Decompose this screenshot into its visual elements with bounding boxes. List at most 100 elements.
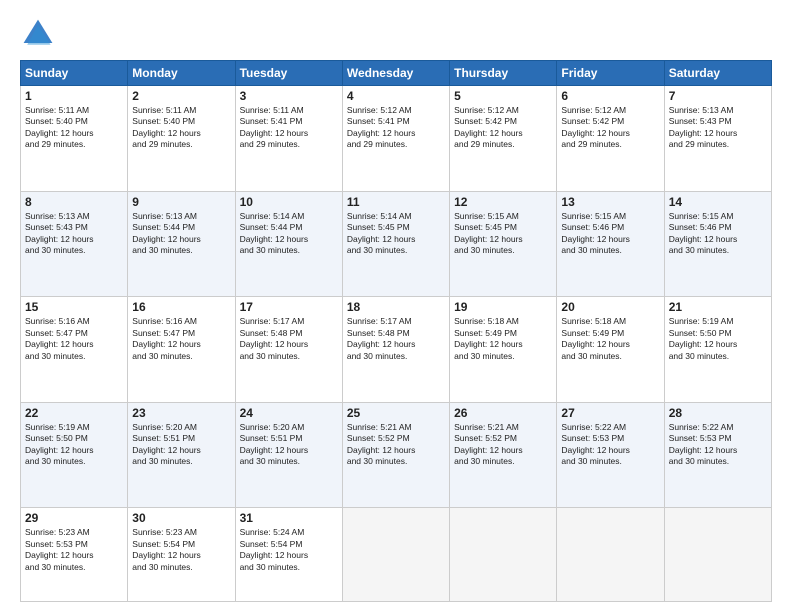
day-number: 30 xyxy=(132,511,230,525)
weekday-header-wednesday: Wednesday xyxy=(342,61,449,86)
table-row: 26 Sunrise: 5:21 AM Sunset: 5:52 PM Dayli… xyxy=(450,402,557,508)
day-number: 8 xyxy=(25,195,123,209)
table-row: 16Sunrise: 5:16 AM Sunset: 5:47 PM Dayli… xyxy=(128,297,235,403)
table-row: 28 Sunrise: 5:22 AM Sunset: 5:53 PM Dayli… xyxy=(664,402,771,508)
day-number: 28 xyxy=(669,406,767,420)
day-info: Sunrise: 5:17 AM Sunset: 5:48 PM Dayligh… xyxy=(240,316,338,362)
table-row: 29Sunrise: 5:23 AM Sunset: 5:53 PM Dayli… xyxy=(21,508,128,602)
day-number: 7 xyxy=(669,89,767,103)
day-info: Sunrise: 5:19 AM Sunset: 5:50 PM Dayligh… xyxy=(25,422,123,468)
logo xyxy=(20,16,60,52)
table-row: 6 Sunrise: 5:12 AM Sunset: 5:42 PM Daylig… xyxy=(557,86,664,192)
day-info: Sunrise: 5:14 AM Sunset: 5:45 PM Dayligh… xyxy=(347,211,445,257)
day-info: Sunrise: 5:23 AM Sunset: 5:53 PM Dayligh… xyxy=(25,527,123,573)
table-row: 20 Sunrise: 5:18 AM Sunset: 5:49 PM Dayli… xyxy=(557,297,664,403)
day-number: 9 xyxy=(132,195,230,209)
table-row: 27 Sunrise: 5:22 AM Sunset: 5:53 PM Dayli… xyxy=(557,402,664,508)
day-info: Sunrise: 5:23 AM Sunset: 5:54 PM Dayligh… xyxy=(132,527,230,573)
table-row: 4Sunrise: 5:12 AM Sunset: 5:41 PM Daylig… xyxy=(342,86,449,192)
day-number: 1 xyxy=(25,89,123,103)
table-row: 1 Sunrise: 5:11 AM Sunset: 5:40 PM Daylig… xyxy=(21,86,128,192)
day-number: 19 xyxy=(454,300,552,314)
weekday-header-monday: Monday xyxy=(128,61,235,86)
table-row: 12 Sunrise: 5:15 AM Sunset: 5:45 PM Dayli… xyxy=(450,191,557,297)
day-info: Sunrise: 5:13 AM Sunset: 5:43 PM Dayligh… xyxy=(25,211,123,257)
day-number: 13 xyxy=(561,195,659,209)
day-info: Sunrise: 5:13 AM Sunset: 5:43 PM Dayligh… xyxy=(669,105,767,151)
table-row: 25 Sunrise: 5:21 AM Sunset: 5:52 PM Dayli… xyxy=(342,402,449,508)
table-row xyxy=(342,508,449,602)
day-number: 3 xyxy=(240,89,338,103)
day-number: 20 xyxy=(561,300,659,314)
table-row: 19Sunrise: 5:18 AM Sunset: 5:49 PM Dayli… xyxy=(450,297,557,403)
table-row: 14Sunrise: 5:15 AM Sunset: 5:46 PM Dayli… xyxy=(664,191,771,297)
day-number: 14 xyxy=(669,195,767,209)
table-row: 10 Sunrise: 5:14 AM Sunset: 5:44 PM Dayli… xyxy=(235,191,342,297)
table-row: 23 Sunrise: 5:20 AM Sunset: 5:51 PM Dayli… xyxy=(128,402,235,508)
day-number: 25 xyxy=(347,406,445,420)
table-row: 24Sunrise: 5:20 AM Sunset: 5:51 PM Dayli… xyxy=(235,402,342,508)
table-row xyxy=(450,508,557,602)
day-info: Sunrise: 5:12 AM Sunset: 5:41 PM Dayligh… xyxy=(347,105,445,151)
weekday-header-tuesday: Tuesday xyxy=(235,61,342,86)
table-row: 7 Sunrise: 5:13 AM Sunset: 5:43 PM Daylig… xyxy=(664,86,771,192)
table-row: 5 Sunrise: 5:12 AM Sunset: 5:42 PM Daylig… xyxy=(450,86,557,192)
day-number: 21 xyxy=(669,300,767,314)
table-row: 15 Sunrise: 5:16 AM Sunset: 5:47 PM Dayli… xyxy=(21,297,128,403)
day-info: Sunrise: 5:12 AM Sunset: 5:42 PM Dayligh… xyxy=(454,105,552,151)
day-info: Sunrise: 5:21 AM Sunset: 5:52 PM Dayligh… xyxy=(347,422,445,468)
weekday-header-saturday: Saturday xyxy=(664,61,771,86)
calendar-table: SundayMondayTuesdayWednesdayThursdayFrid… xyxy=(20,60,772,602)
day-number: 24 xyxy=(240,406,338,420)
day-info: Sunrise: 5:14 AM Sunset: 5:44 PM Dayligh… xyxy=(240,211,338,257)
day-number: 15 xyxy=(25,300,123,314)
calendar-header: SundayMondayTuesdayWednesdayThursdayFrid… xyxy=(21,61,772,86)
day-info: Sunrise: 5:21 AM Sunset: 5:52 PM Dayligh… xyxy=(454,422,552,468)
weekday-header-row: SundayMondayTuesdayWednesdayThursdayFrid… xyxy=(21,61,772,86)
day-info: Sunrise: 5:11 AM Sunset: 5:40 PM Dayligh… xyxy=(132,105,230,151)
logo-icon xyxy=(20,16,56,52)
day-number: 12 xyxy=(454,195,552,209)
calendar-week-3: 15 Sunrise: 5:16 AM Sunset: 5:47 PM Dayli… xyxy=(21,297,772,403)
day-number: 10 xyxy=(240,195,338,209)
day-info: Sunrise: 5:22 AM Sunset: 5:53 PM Dayligh… xyxy=(669,422,767,468)
calendar-week-4: 22Sunrise: 5:19 AM Sunset: 5:50 PM Dayli… xyxy=(21,402,772,508)
calendar-week-2: 8 Sunrise: 5:13 AM Sunset: 5:43 PM Daylig… xyxy=(21,191,772,297)
day-info: Sunrise: 5:20 AM Sunset: 5:51 PM Dayligh… xyxy=(132,422,230,468)
day-info: Sunrise: 5:13 AM Sunset: 5:44 PM Dayligh… xyxy=(132,211,230,257)
day-info: Sunrise: 5:18 AM Sunset: 5:49 PM Dayligh… xyxy=(561,316,659,362)
day-info: Sunrise: 5:16 AM Sunset: 5:47 PM Dayligh… xyxy=(25,316,123,362)
table-row: 17 Sunrise: 5:17 AM Sunset: 5:48 PM Dayli… xyxy=(235,297,342,403)
table-row: 18 Sunrise: 5:17 AM Sunset: 5:48 PM Dayli… xyxy=(342,297,449,403)
day-info: Sunrise: 5:24 AM Sunset: 5:54 PM Dayligh… xyxy=(240,527,338,573)
day-number: 5 xyxy=(454,89,552,103)
calendar-body: 1 Sunrise: 5:11 AM Sunset: 5:40 PM Daylig… xyxy=(21,86,772,602)
day-info: Sunrise: 5:11 AM Sunset: 5:41 PM Dayligh… xyxy=(240,105,338,151)
calendar-week-5: 29Sunrise: 5:23 AM Sunset: 5:53 PM Dayli… xyxy=(21,508,772,602)
day-info: Sunrise: 5:16 AM Sunset: 5:47 PM Dayligh… xyxy=(132,316,230,362)
day-info: Sunrise: 5:17 AM Sunset: 5:48 PM Dayligh… xyxy=(347,316,445,362)
calendar-week-1: 1 Sunrise: 5:11 AM Sunset: 5:40 PM Daylig… xyxy=(21,86,772,192)
page: SundayMondayTuesdayWednesdayThursdayFrid… xyxy=(0,0,792,612)
header xyxy=(20,16,772,52)
table-row: 13 Sunrise: 5:15 AM Sunset: 5:46 PM Dayli… xyxy=(557,191,664,297)
day-info: Sunrise: 5:15 AM Sunset: 5:45 PM Dayligh… xyxy=(454,211,552,257)
table-row: 8 Sunrise: 5:13 AM Sunset: 5:43 PM Daylig… xyxy=(21,191,128,297)
day-number: 31 xyxy=(240,511,338,525)
table-row: 22Sunrise: 5:19 AM Sunset: 5:50 PM Dayli… xyxy=(21,402,128,508)
day-info: Sunrise: 5:11 AM Sunset: 5:40 PM Dayligh… xyxy=(25,105,123,151)
weekday-header-friday: Friday xyxy=(557,61,664,86)
table-row xyxy=(664,508,771,602)
day-number: 6 xyxy=(561,89,659,103)
day-info: Sunrise: 5:15 AM Sunset: 5:46 PM Dayligh… xyxy=(561,211,659,257)
day-number: 18 xyxy=(347,300,445,314)
weekday-header-sunday: Sunday xyxy=(21,61,128,86)
day-number: 17 xyxy=(240,300,338,314)
day-info: Sunrise: 5:22 AM Sunset: 5:53 PM Dayligh… xyxy=(561,422,659,468)
day-number: 27 xyxy=(561,406,659,420)
day-info: Sunrise: 5:12 AM Sunset: 5:42 PM Dayligh… xyxy=(561,105,659,151)
table-row: 21Sunrise: 5:19 AM Sunset: 5:50 PM Dayli… xyxy=(664,297,771,403)
day-number: 23 xyxy=(132,406,230,420)
day-number: 26 xyxy=(454,406,552,420)
day-number: 11 xyxy=(347,195,445,209)
